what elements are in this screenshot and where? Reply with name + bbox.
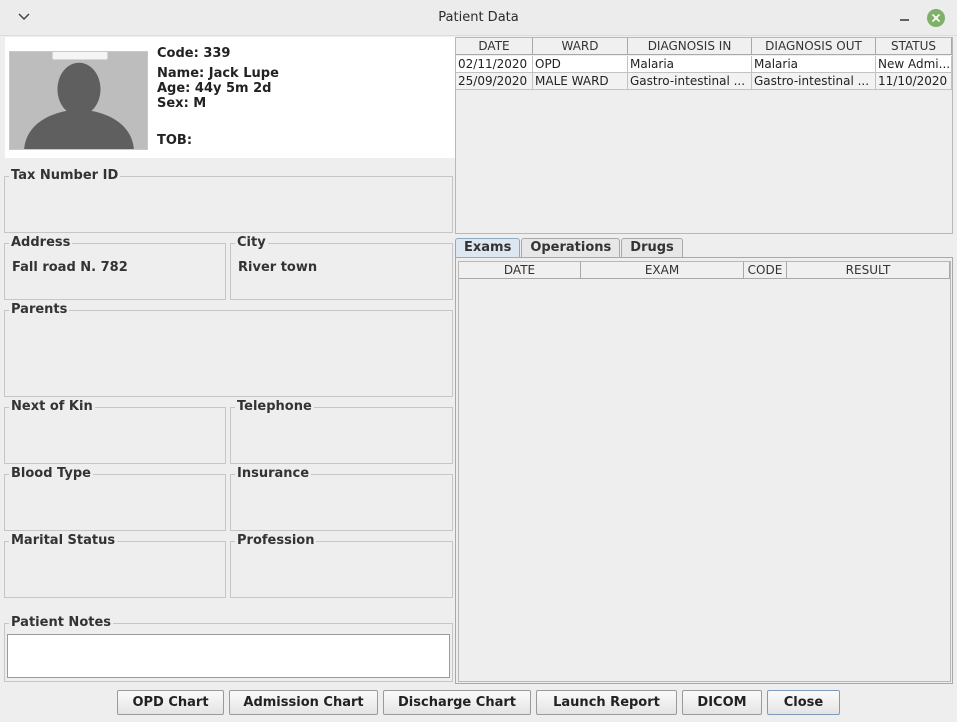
window-title: Patient Data	[438, 10, 519, 25]
admissions-table[interactable]: DATE WARD DIAGNOSIS IN DIAGNOSIS OUT STA…	[455, 37, 953, 234]
patient-code: Code: 339	[157, 46, 231, 61]
exams-tab-panel: DATE EXAM CODE RESULT	[455, 257, 953, 684]
tab-exams[interactable]: Exams	[455, 238, 521, 257]
dicom-button[interactable]: DICOM	[682, 690, 762, 715]
column-header-diagnosis-in[interactable]: DIAGNOSIS IN	[628, 38, 752, 55]
column-header-result[interactable]: RESULT	[787, 262, 950, 279]
telephone-label: Telephone	[235, 399, 314, 414]
patient-summary: Code: 339 Name: Jack Lupe Age: 44y 5m 2d…	[5, 37, 456, 158]
column-header-status[interactable]: STATUS	[876, 38, 952, 55]
next-of-kin-group: Next of Kin	[4, 399, 226, 464]
opd-chart-button[interactable]: OPD Chart	[117, 690, 224, 715]
minimize-icon[interactable]	[897, 9, 913, 25]
close-icon	[931, 13, 941, 23]
table-row[interactable]: 25/09/2020 MALE WARD Gastro-intestinal .…	[456, 73, 952, 90]
table-row[interactable]: 02/11/2020 OPD Malaria Malaria New Admi.…	[456, 56, 952, 73]
column-header-date[interactable]: DATE	[456, 38, 533, 55]
window-close-button[interactable]	[927, 9, 945, 27]
photo-clip	[52, 52, 108, 60]
patient-photo[interactable]	[9, 51, 148, 150]
exams-table[interactable]: DATE EXAM CODE RESULT	[458, 261, 951, 682]
detail-tabs: Exams Operations Drugs	[455, 238, 684, 258]
title-bar: Patient Data	[0, 0, 957, 36]
exams-table-header: DATE EXAM CODE RESULT	[459, 262, 950, 279]
parents-label: Parents	[9, 302, 70, 317]
person-silhouette-icon	[10, 52, 147, 149]
patient-notes-textarea[interactable]	[7, 634, 450, 678]
cell-date: 02/11/2020	[456, 56, 533, 73]
cell-status: 11/10/2020	[876, 73, 952, 90]
next-of-kin-label: Next of Kin	[9, 399, 95, 414]
cell-status: New Admi...	[876, 56, 952, 73]
parents-group: Parents	[4, 302, 453, 397]
address-label: Address	[9, 235, 73, 250]
insurance-group: Insurance	[230, 466, 453, 531]
city-group: City River town	[230, 235, 453, 300]
column-header-code[interactable]: CODE	[744, 262, 787, 279]
column-header-date[interactable]: DATE	[459, 262, 581, 279]
profession-label: Profession	[235, 533, 317, 548]
patient-sex: Sex: M	[157, 96, 207, 111]
blood-type-group: Blood Type	[4, 466, 226, 531]
cell-ward: OPD	[533, 56, 628, 73]
cell-diagnosis-out: Malaria	[752, 56, 876, 73]
patient-notes-group: Patient Notes	[4, 615, 453, 682]
city-value: River town	[238, 260, 318, 275]
address-group: Address Fall road N. 782	[4, 235, 226, 300]
close-button[interactable]: Close	[767, 690, 840, 715]
tab-operations[interactable]: Operations	[521, 238, 621, 257]
admission-chart-button[interactable]: Admission Chart	[229, 690, 378, 715]
profession-group: Profession	[230, 533, 453, 598]
blood-type-label: Blood Type	[9, 466, 93, 481]
tax-number-group: Tax Number ID	[4, 168, 453, 233]
patient-age: Age: 44y 5m 2d	[157, 81, 272, 96]
insurance-label: Insurance	[235, 466, 312, 481]
cell-date: 25/09/2020	[456, 73, 533, 90]
cell-ward: MALE WARD	[533, 73, 628, 90]
launch-report-button[interactable]: Launch Report	[536, 690, 677, 715]
column-header-diagnosis-out[interactable]: DIAGNOSIS OUT	[752, 38, 876, 55]
tab-drugs[interactable]: Drugs	[621, 238, 683, 257]
discharge-chart-button[interactable]: Discharge Chart	[383, 690, 531, 715]
cell-diagnosis-in: Malaria	[628, 56, 752, 73]
patient-tob: TOB:	[157, 133, 193, 148]
address-value: Fall road N. 782	[12, 260, 128, 275]
column-header-ward[interactable]: WARD	[533, 38, 628, 55]
city-label: City	[235, 235, 268, 250]
marital-status-group: Marital Status	[4, 533, 226, 598]
marital-status-label: Marital Status	[9, 533, 118, 548]
column-header-exam[interactable]: EXAM	[581, 262, 744, 279]
cell-diagnosis-out: Gastro-intestinal ...	[752, 73, 876, 90]
patient-notes-label: Patient Notes	[9, 615, 114, 630]
tax-number-label: Tax Number ID	[9, 168, 121, 183]
telephone-group: Telephone	[230, 399, 453, 464]
admissions-table-header: DATE WARD DIAGNOSIS IN DIAGNOSIS OUT STA…	[456, 38, 952, 55]
cell-diagnosis-in: Gastro-intestinal ...	[628, 73, 752, 90]
patient-name: Name: Jack Lupe	[157, 66, 279, 81]
